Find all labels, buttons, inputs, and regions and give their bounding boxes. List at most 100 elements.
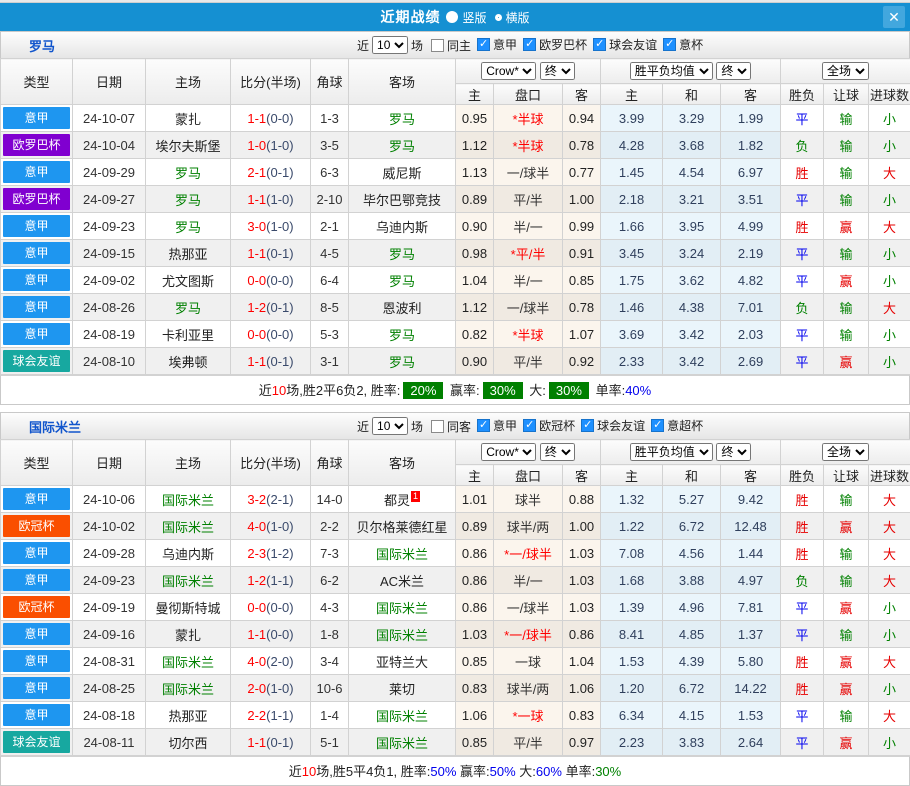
- fulltime-score: 1-2: [247, 573, 266, 588]
- result-handicap: 赢: [824, 513, 869, 540]
- league-filter-2[interactable]: 球会友谊: [587, 36, 657, 53]
- fulltime-score: 1-0: [247, 138, 266, 153]
- recent-count-select[interactable]: 10: [372, 417, 408, 435]
- league-checkbox[interactable]: [523, 419, 536, 432]
- odds-handicap: *半球: [494, 105, 563, 132]
- avg-source-select[interactable]: 胜平负均值: [630, 62, 713, 80]
- away-team: 罗马: [349, 105, 456, 132]
- avg-final-select[interactable]: 终: [716, 443, 751, 461]
- avg-home-odds: 3.45: [601, 240, 663, 267]
- avg-final-select[interactable]: 终: [716, 62, 751, 80]
- match-row: 意甲24-09-16蒙扎1-1(0-0)1-8国际米兰1.03*一/球半0.86…: [1, 621, 910, 648]
- horizontal-layout-radio[interactable]: [495, 14, 502, 21]
- col-avg-home: 主: [601, 465, 663, 486]
- match-row: 意甲24-09-02尤文图斯0-0(0-0)6-4罗马1.04半/一0.851.…: [1, 267, 910, 294]
- odds-home: 0.89: [456, 513, 494, 540]
- odds-home: 0.95: [456, 105, 494, 132]
- same-venue-checkbox[interactable]: [431, 39, 444, 52]
- result-wdl: 平: [781, 186, 824, 213]
- avg-away-odds: 1.37: [721, 621, 781, 648]
- odds-handicap: *平/半: [494, 240, 563, 267]
- same-venue-checkbox[interactable]: [431, 420, 444, 433]
- horizontal-layout-label[interactable]: 横版: [506, 9, 530, 26]
- summary-segment: 大:: [516, 764, 536, 779]
- avg-away-odds: 14.22: [721, 675, 781, 702]
- league-checkbox[interactable]: [581, 419, 594, 432]
- league-filter-1[interactable]: 欧罗巴杯: [517, 36, 587, 53]
- odds-away: 1.03: [563, 567, 601, 594]
- corner-score: 3-4: [311, 648, 349, 675]
- league-filter-3[interactable]: 意超杯: [645, 417, 703, 434]
- result-goals: 大: [869, 294, 910, 321]
- odds-source-select[interactable]: Crow*: [481, 62, 536, 80]
- col-home: 主场: [146, 59, 231, 105]
- odds-away: 0.85: [563, 267, 601, 294]
- scope-select[interactable]: 全场: [822, 62, 869, 80]
- league-filter-1[interactable]: 欧冠杯: [517, 417, 575, 434]
- odds-final-select[interactable]: 终: [540, 62, 575, 80]
- league-filter-0[interactable]: 意甲: [471, 36, 517, 53]
- result-wdl: 平: [781, 621, 824, 648]
- corner-score: 4-5: [311, 240, 349, 267]
- section-gap: [0, 405, 910, 412]
- match-row: 意甲24-09-23罗马3-0(1-0)2-1乌迪内斯0.90半/一0.991.…: [1, 213, 910, 240]
- avg-home-odds: 3.69: [601, 321, 663, 348]
- league-filter-0[interactable]: 意甲: [471, 417, 517, 434]
- vertical-layout-label[interactable]: 竖版: [462, 9, 486, 26]
- match-type: 意甲: [1, 702, 73, 729]
- league-filter-2[interactable]: 球会友谊: [575, 417, 645, 434]
- scope-select[interactable]: 全场: [822, 443, 869, 461]
- vertical-layout-radio[interactable]: [446, 11, 458, 23]
- result-goals: 大: [869, 567, 910, 594]
- fulltime-score: 1-1: [247, 627, 266, 642]
- col-away: 客场: [349, 59, 456, 105]
- league-checkbox[interactable]: [663, 38, 676, 51]
- match-row: 意甲24-08-26罗马1-2(0-1)8-5恩波利1.12一/球半0.781.…: [1, 294, 910, 321]
- summary-segment: 单率:: [592, 383, 625, 398]
- result-handicap: 赢: [824, 729, 869, 756]
- match-type-badge: 意甲: [3, 242, 70, 264]
- near-label: 近: [357, 418, 369, 435]
- league-checkbox[interactable]: [593, 38, 606, 51]
- halftime-score: (0-0): [266, 327, 293, 342]
- match-score: 3-0(1-0): [231, 213, 311, 240]
- league-label: 意甲: [493, 417, 517, 434]
- odds-final-select[interactable]: 终: [540, 443, 575, 461]
- league-checkbox[interactable]: [477, 38, 490, 51]
- match-type-badge: 意甲: [3, 269, 70, 291]
- match-row: 欧罗巴杯24-10-04埃尔夫斯堡1-0(1-0)3-5罗马1.12*半球0.7…: [1, 132, 910, 159]
- halftime-score: (1-0): [266, 192, 293, 207]
- avg-source-select[interactable]: 胜平负均值: [630, 443, 713, 461]
- match-date: 24-10-04: [73, 132, 146, 159]
- col-odds-away: 客: [563, 465, 601, 486]
- avg-home-odds: 1.66: [601, 213, 663, 240]
- corner-score: 2-10: [311, 186, 349, 213]
- fulltime-score: 1-1: [247, 735, 266, 750]
- matches-table: 类型 日期 主场 比分(半场) 角球 客场 Crow* 终 胜平负均值 终: [0, 439, 910, 756]
- home-team: 埃弗顿: [146, 348, 231, 375]
- odds-source-select[interactable]: Crow*: [481, 443, 536, 461]
- halftime-score: (0-0): [266, 627, 293, 642]
- league-label: 欧罗巴杯: [539, 36, 587, 53]
- avg-home-odds: 1.68: [601, 567, 663, 594]
- league-checkbox[interactable]: [477, 419, 490, 432]
- result-wdl: 胜: [781, 675, 824, 702]
- odds-away: 0.94: [563, 105, 601, 132]
- corner-score: 1-4: [311, 702, 349, 729]
- summary-segment: 30%: [483, 382, 523, 399]
- close-icon[interactable]: ✕: [883, 6, 905, 28]
- odds-home: 1.03: [456, 621, 494, 648]
- avg-home-odds: 1.45: [601, 159, 663, 186]
- league-filter-3[interactable]: 意杯: [657, 36, 703, 53]
- match-type: 意甲: [1, 159, 73, 186]
- home-team: 罗马: [146, 186, 231, 213]
- recent-count-select[interactable]: 10: [372, 36, 408, 54]
- league-checkbox[interactable]: [651, 419, 664, 432]
- odds-group-header: Crow* 终: [456, 59, 601, 84]
- odds-away: 1.00: [563, 513, 601, 540]
- avg-away-odds: 1.82: [721, 132, 781, 159]
- match-type-badge: 意甲: [3, 677, 70, 699]
- result-handicap: 输: [824, 294, 869, 321]
- avg-home-odds: 2.18: [601, 186, 663, 213]
- league-checkbox[interactable]: [523, 38, 536, 51]
